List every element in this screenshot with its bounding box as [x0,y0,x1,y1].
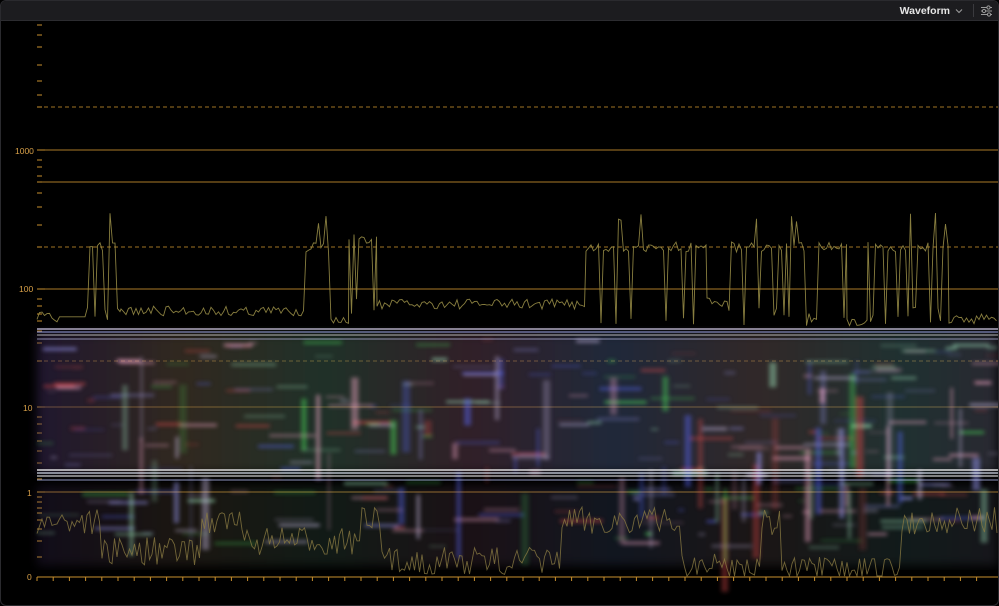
scope-mode-dropdown[interactable]: Waveform [896,2,968,19]
scale-label-1: 1 [27,488,32,498]
scale-label-1000: 1000 [15,146,34,156]
scale-label-100: 100 [19,284,33,294]
bottom-ticks [36,577,978,581]
waveform-scope: 1000 100 10 1 0 [1,21,998,605]
scope-panel: Waveform 1000 100 10 1 0 [0,0,999,606]
toolbar-divider [973,4,974,17]
scope-toolbar: Waveform [1,1,998,21]
chevron-down-icon [955,8,963,13]
waveform-trace [36,212,998,592]
sliders-icon [980,4,992,17]
scope-mode-label: Waveform [899,4,950,17]
scale-label-10: 10 [23,403,33,413]
waveform-graticule: 1000 100 10 1 0 [15,24,998,592]
scope-settings-button[interactable] [978,3,994,18]
scale-label-0: 0 [27,572,32,582]
